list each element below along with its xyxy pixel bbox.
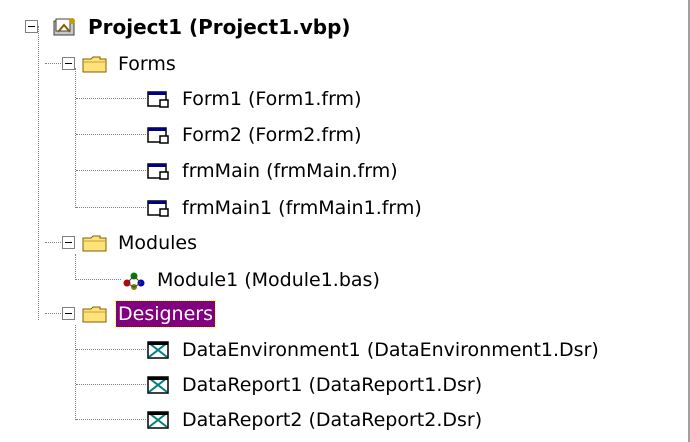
modules-folder-label: Modules: [118, 232, 197, 254]
tree-node-module1[interactable]: Module1 (Module1.bas): [121, 265, 382, 295]
collapse-project-toggle[interactable]: [25, 20, 38, 33]
tree-line: [38, 26, 39, 320]
form2-label: Form2 (Form2.frm): [182, 124, 362, 146]
frmmain1-label: frmMain1 (frmMain1.frm): [182, 197, 422, 219]
tree-node-project[interactable]: Project1 (Project1.vbp): [52, 12, 353, 42]
tree-line: [76, 98, 146, 99]
tree-node-datareport1[interactable]: DataReport1 (DataReport1.Dsr): [146, 370, 484, 400]
collapse-forms-toggle[interactable]: [62, 57, 75, 70]
dataenvironment1-label: DataEnvironment1 (DataEnvironment1.Dsr): [182, 339, 599, 361]
form-icon: [147, 200, 169, 217]
tree-line: [75, 254, 76, 280]
designer-icon: [147, 376, 169, 394]
tree-node-frmmain1[interactable]: frmMain1 (frmMain1.frm): [146, 193, 424, 223]
tree-node-designers-folder[interactable]: Designers: [82, 299, 216, 329]
project-icon: [53, 18, 75, 36]
tree-node-datareport2[interactable]: DataReport2 (DataReport2.Dsr): [146, 405, 484, 435]
tree-node-dataenvironment1[interactable]: DataEnvironment1 (DataEnvironment1.Dsr): [146, 335, 601, 365]
collapse-modules-toggle[interactable]: [62, 236, 75, 249]
datareport2-label: DataReport2 (DataReport2.Dsr): [182, 409, 483, 431]
tree-line: [75, 68, 76, 208]
frmmain-label: frmMain (frmMain.frm): [182, 160, 398, 182]
tree-line: [76, 279, 121, 280]
form-icon: [147, 91, 169, 108]
folder-icon: [82, 56, 107, 73]
tree-node-forms-folder[interactable]: Forms: [82, 49, 178, 79]
tree-line: [76, 207, 146, 208]
tree-line: [75, 325, 76, 420]
tree-node-form2[interactable]: Form2 (Form2.frm): [146, 120, 363, 150]
tree-line: [76, 170, 146, 171]
form-icon: [147, 127, 169, 144]
folder-icon: [82, 235, 107, 252]
project-label: Project1 (Project1.vbp): [88, 15, 351, 39]
tree-node-form1[interactable]: Form1 (Form1.frm): [146, 84, 363, 114]
folder-icon: [82, 306, 107, 323]
tree-line: [76, 419, 146, 420]
project-explorer-tree: Project1 (Project1.vbp) Forms Form1 (For…: [0, 0, 690, 442]
tree-line: [76, 349, 146, 350]
form-icon: [147, 163, 169, 180]
designer-icon: [147, 341, 169, 359]
designer-icon: [147, 411, 169, 429]
tree-node-frmmain[interactable]: frmMain (frmMain.frm): [146, 156, 400, 186]
module1-label: Module1 (Module1.bas): [157, 269, 380, 291]
form1-label: Form1 (Form1.frm): [182, 88, 362, 110]
tree-node-modules-folder[interactable]: Modules: [82, 228, 199, 258]
tree-line: [76, 384, 146, 385]
module-icon: [123, 272, 145, 290]
designers-folder-label: Designers: [115, 300, 216, 328]
datareport1-label: DataReport1 (DataReport1.Dsr): [182, 374, 483, 396]
forms-folder-label: Forms: [118, 53, 176, 75]
collapse-designers-toggle[interactable]: [62, 307, 75, 320]
tree-line: [76, 134, 146, 135]
